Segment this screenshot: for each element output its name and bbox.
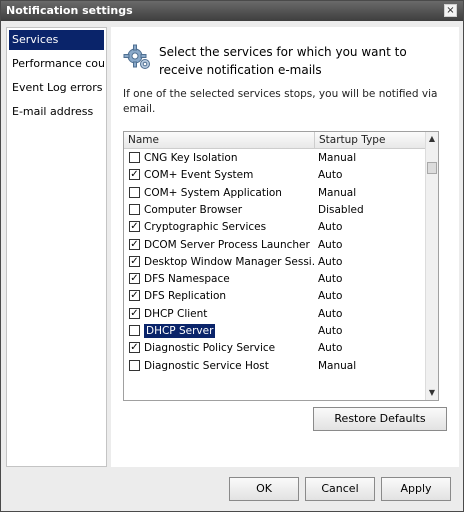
service-startup-type: Auto <box>318 342 343 355</box>
service-row[interactable]: ✓ DFS Namespace Auto <box>124 271 426 288</box>
window-title: Notification settings <box>6 4 133 17</box>
list-header: Name Startup Type <box>124 132 426 149</box>
service-row[interactable]: Computer Browser Disabled <box>124 202 426 219</box>
sidebar-item-services[interactable]: Services <box>9 30 104 50</box>
scroll-down-icon[interactable]: ▼ <box>426 386 438 400</box>
service-startup-type: Auto <box>318 169 343 182</box>
service-startup-type: Manual <box>318 359 357 372</box>
service-checkbox[interactable] <box>129 186 140 198</box>
service-name: DCOM Server Process Launcher <box>144 238 310 251</box>
service-row[interactable]: COM+ System Application Manual <box>124 185 426 202</box>
service-checkbox[interactable]: ✓ <box>129 342 140 354</box>
service-row[interactable]: ✓ DHCP Client Auto <box>124 306 426 323</box>
notification-settings-window: Notification settings × Services Perform… <box>0 0 464 512</box>
services-list[interactable]: Name Startup Type CNG Key Isolation Manua… <box>123 131 439 401</box>
list-scrollbar[interactable]: ▲ ▼ <box>425 132 438 400</box>
service-name: COM+ System Application <box>144 186 282 199</box>
restore-defaults-button[interactable]: Restore Defaults <box>313 407 447 431</box>
service-name: DHCP Server <box>144 324 216 338</box>
sidebar: Services Performance cou... Event Log er… <box>6 27 107 467</box>
scroll-up-icon[interactable]: ▲ <box>426 132 438 146</box>
service-name: Diagnostic Policy Service <box>144 342 276 355</box>
service-startup-type: Manual <box>318 186 357 199</box>
service-checkbox[interactable]: ✓ <box>129 273 140 285</box>
close-button[interactable]: × <box>444 4 457 17</box>
service-row[interactable]: DHCP Server Auto <box>124 323 426 340</box>
service-checkbox[interactable] <box>129 359 140 371</box>
service-startup-type: Auto <box>318 255 343 268</box>
service-checkbox[interactable]: ✓ <box>129 290 140 302</box>
service-row[interactable]: ✓ DFS Replication Auto <box>124 288 426 305</box>
scroll-thumb[interactable] <box>427 162 437 174</box>
panel-description: If one of the selected services stops, y… <box>123 88 438 115</box>
service-checkbox[interactable] <box>129 325 140 336</box>
apply-button[interactable]: Apply <box>381 477 451 501</box>
service-name: COM+ Event System <box>144 169 254 182</box>
service-startup-type: Manual <box>318 152 357 164</box>
gear-icon <box>123 44 150 69</box>
service-row[interactable]: ✓ DCOM Server Process Launcher Auto <box>124 237 426 254</box>
service-startup-type: Auto <box>318 290 343 303</box>
title-bar[interactable]: Notification settings × <box>1 1 463 21</box>
service-startup-type: Auto <box>318 307 343 320</box>
service-row[interactable]: ✓ Desktop Window Manager Sessi... Auto <box>124 254 426 271</box>
service-row[interactable]: ✓ Diagnostic Policy Service Auto <box>124 340 426 357</box>
service-row[interactable]: ✓ Cryptographic Services Auto <box>124 219 426 236</box>
service-name: DFS Namespace <box>144 273 230 286</box>
close-icon: × <box>446 5 455 16</box>
sidebar-item-event-log-errors[interactable]: Event Log errors <box>7 76 106 100</box>
service-checkbox[interactable]: ✓ <box>129 221 140 233</box>
service-name: Desktop Window Manager Sessi... <box>144 255 314 268</box>
cancel-button[interactable]: Cancel <box>305 477 375 501</box>
panel-heading: Select the services for which you want t… <box>159 45 407 77</box>
service-row[interactable]: CNG Key Isolation Manual <box>124 150 426 167</box>
service-name: DHCP Client <box>144 307 208 320</box>
service-checkbox[interactable] <box>129 152 140 163</box>
column-header-startup-type[interactable]: Startup Type <box>314 132 427 148</box>
service-checkbox[interactable] <box>129 203 140 215</box>
service-checkbox[interactable]: ✓ <box>129 238 140 250</box>
service-row[interactable]: Diagnostic Service Host Manual <box>124 358 426 375</box>
service-row[interactable]: ✓ COM+ Event System Auto <box>124 167 426 184</box>
service-name: Diagnostic Service Host <box>144 359 269 372</box>
service-name: Cryptographic Services <box>144 221 267 234</box>
sidebar-item-performance-counters[interactable]: Performance cou... <box>7 52 106 76</box>
service-checkbox[interactable]: ✓ <box>129 307 140 319</box>
service-name: Computer Browser <box>144 203 243 216</box>
service-startup-type: Auto <box>318 221 343 234</box>
service-startup-type: Auto <box>318 238 343 251</box>
service-name: CNG Key Isolation <box>144 152 238 164</box>
service-checkbox[interactable]: ✓ <box>129 169 140 181</box>
ok-button[interactable]: OK <box>229 477 299 501</box>
sidebar-item-email-address[interactable]: E-mail address <box>7 100 106 124</box>
service-startup-type: Disabled <box>318 203 364 216</box>
service-startup-type: Auto <box>318 273 343 286</box>
service-startup-type: Auto <box>318 325 343 337</box>
services-panel: Select the services for which you want t… <box>111 27 459 467</box>
column-header-name[interactable]: Name <box>128 132 310 148</box>
service-checkbox[interactable]: ✓ <box>129 255 140 267</box>
dialog-footer: OK Cancel Apply <box>1 471 463 511</box>
service-name: DFS Replication <box>144 290 227 303</box>
